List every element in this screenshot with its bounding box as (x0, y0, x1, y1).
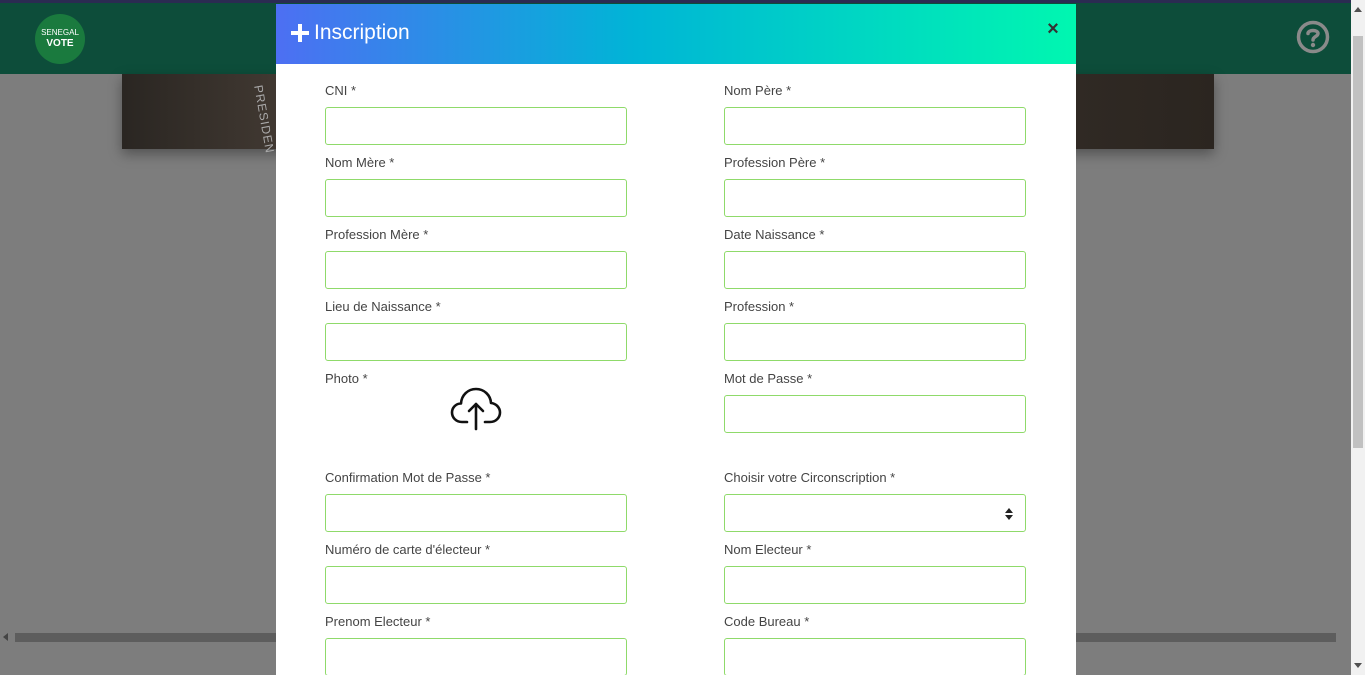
prenom-electeur-label: Prenom Electeur * (325, 614, 431, 629)
profession-pere-label: Profession Père * (724, 155, 826, 170)
plus-icon (290, 23, 310, 43)
numero-carte-label: Numéro de carte d'électeur * (325, 542, 491, 557)
field-lieu-naissance: Lieu de Naissance * (325, 299, 627, 361)
nom-mere-input[interactable] (325, 179, 627, 217)
lieu-naissance-input[interactable] (325, 323, 627, 361)
nom-pere-label: Nom Père * (724, 83, 792, 98)
modal-title: Inscription (290, 20, 410, 46)
field-nom-mere: Nom Mère * (325, 155, 627, 217)
scroll-up-icon[interactable] (1354, 7, 1362, 12)
logo-line2: VOTE (46, 38, 74, 49)
field-profession-mere: Profession Mère * (325, 227, 627, 289)
logo[interactable]: SENEGAL VOTE (35, 14, 85, 64)
question-circle-icon[interactable] (1296, 20, 1330, 54)
cni-input[interactable] (325, 107, 627, 145)
field-nom-electeur: Nom Electeur * (724, 542, 1026, 604)
profession-label: Profession * (724, 299, 795, 314)
field-confirmation-mot-de-passe: Confirmation Mot de Passe * (325, 470, 627, 532)
field-code-bureau: Code Bureau * (724, 614, 1026, 675)
prenom-electeur-input[interactable] (325, 638, 627, 675)
mot-de-passe-label: Mot de Passe * (724, 371, 813, 386)
field-prenom-electeur: Prenom Electeur * (325, 614, 627, 675)
modal-title-text: Inscription (314, 21, 410, 44)
vertical-scrollbar[interactable] (1351, 0, 1365, 675)
field-numero-carte: Numéro de carte d'électeur * (325, 542, 627, 604)
circonscription-label: Choisir votre Circonscription * (724, 470, 896, 485)
select-arrows-icon (1005, 508, 1013, 520)
date-naissance-input[interactable] (724, 251, 1026, 289)
mot-de-passe-input[interactable] (724, 395, 1026, 433)
cni-label: CNI * (325, 83, 357, 98)
close-button[interactable]: × (1045, 19, 1061, 39)
nom-mere-label: Nom Mère * (325, 155, 395, 170)
inscription-modal: Inscription × CNI * Nom Mère * Professio… (276, 4, 1076, 675)
field-profession: Profession * (724, 299, 1026, 361)
code-bureau-input[interactable] (724, 638, 1026, 675)
date-naissance-label: Date Naissance * (724, 227, 825, 242)
profession-mere-input[interactable] (325, 251, 627, 289)
profession-pere-input[interactable] (724, 179, 1026, 217)
modal-header: Inscription × (276, 4, 1076, 64)
scroll-left-icon[interactable] (3, 633, 8, 641)
nom-electeur-input[interactable] (724, 566, 1026, 604)
field-date-naissance: Date Naissance * (724, 227, 1026, 289)
circonscription-select[interactable] (724, 494, 1026, 532)
field-profession-pere: Profession Père * (724, 155, 1026, 217)
field-mot-de-passe: Mot de Passe * (724, 371, 1026, 433)
code-bureau-label: Code Bureau * (724, 614, 810, 629)
field-nom-pere: Nom Père * (724, 83, 1026, 145)
nom-electeur-label: Nom Electeur * (724, 542, 812, 557)
hero-text: PRESIDEN (251, 84, 278, 155)
profession-input[interactable] (724, 323, 1026, 361)
field-circonscription: Choisir votre Circonscription * (724, 470, 1026, 532)
field-cni: CNI * (325, 83, 627, 145)
lieu-naissance-label: Lieu de Naissance * (325, 299, 441, 314)
confirmation-mot-de-passe-label: Confirmation Mot de Passe * (325, 470, 491, 485)
profession-mere-label: Profession Mère * (325, 227, 429, 242)
scroll-down-icon[interactable] (1354, 663, 1362, 668)
cloud-upload-icon[interactable] (450, 382, 502, 434)
logo-line1: SENEGAL (41, 28, 79, 37)
nom-pere-input[interactable] (724, 107, 1026, 145)
numero-carte-input[interactable] (325, 566, 627, 604)
vertical-scroll-thumb[interactable] (1353, 36, 1363, 448)
confirmation-mot-de-passe-input[interactable] (325, 494, 627, 532)
